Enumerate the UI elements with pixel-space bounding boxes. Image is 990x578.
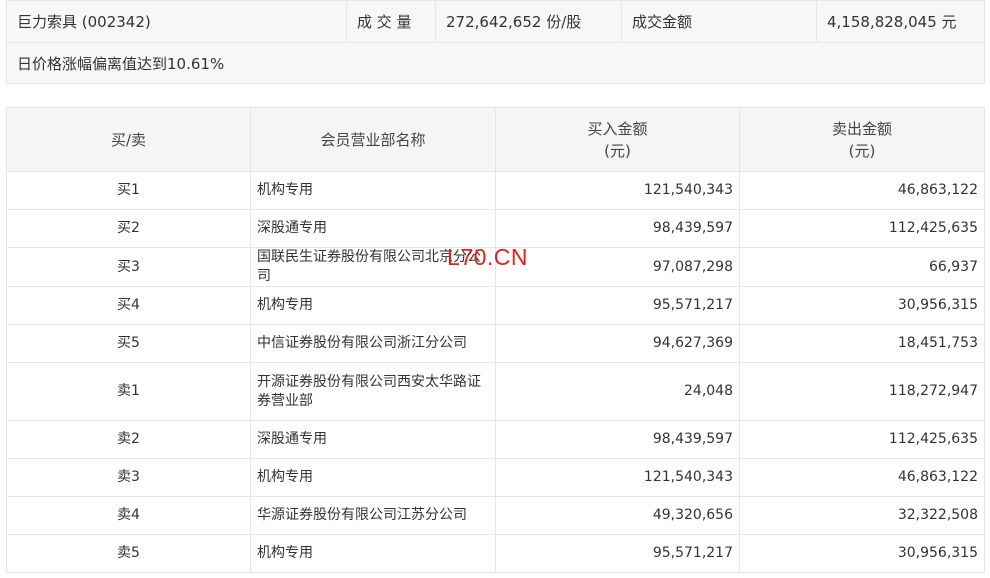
row-buy-amount: 94,627,369 [495,324,740,363]
header-side: 买/卖 [6,107,251,172]
header-sell-line1: 卖出金额 [831,119,892,138]
row-branch-name: 华源证券股份有限公司江苏分公司 [250,496,496,535]
row-sell-amount: 18,451,753 [739,324,985,363]
row-sell-amount: 46,863,122 [739,171,985,210]
row-sell-amount: 112,425,635 [739,209,985,248]
table-row: 卖1 开源证券股份有限公司西安太华路证券营业部 24,048 118,272,9… [6,362,985,421]
row-side: 买1 [6,171,251,210]
volume-value: 272,642,652 份/股 [435,0,622,43]
row-side: 买2 [6,209,251,248]
table-row: 买3 国联民生证券股份有限公司北京分公司 97,087,298 66,937 [6,247,985,287]
stock-name: 巨力索具 (002342) [6,0,347,43]
row-side: 卖4 [6,496,251,535]
table-row: 卖4 华源证券股份有限公司江苏分公司 49,320,656 32,322,508 [6,496,985,535]
row-branch-name: 深股通专用 [250,209,496,248]
trading-detail-table: 买/卖 会员营业部名称 买入金额 (元) 卖出金额 (元) 买1 机构专用 12… [6,107,985,573]
stock-summary-table: 巨力索具 (002342) 成 交 量 272,642,652 份/股 成交金额… [6,0,985,84]
row-branch-name: 机构专用 [250,286,496,325]
amount-label: 成交金额 [621,0,817,43]
row-branch-name: 机构专用 [250,171,496,210]
table-row: 买5 中信证券股份有限公司浙江分公司 94,627,369 18,451,753 [6,324,985,363]
header-name: 会员营业部名称 [250,107,496,172]
table-row: 卖5 机构专用 95,571,217 30,956,315 [6,534,985,573]
row-side: 买5 [6,324,251,363]
reason-row: 日价格涨幅偏离值达到10.61% [6,42,985,84]
row-branch-name: 机构专用 [250,534,496,573]
header-buy-amount: 买入金额 (元) [495,107,740,172]
row-branch-name: 机构专用 [250,458,496,497]
header-sell-line2: (元) [848,141,876,160]
amount-value: 4,158,828,045 元 [816,0,985,43]
row-sell-amount: 46,863,122 [739,458,985,497]
row-branch-name: 国联民生证券股份有限公司北京分公司 [250,247,496,287]
row-buy-amount: 95,571,217 [495,534,740,573]
row-buy-amount: 121,540,343 [495,458,740,497]
row-branch-name: 中信证券股份有限公司浙江分公司 [250,324,496,363]
header-buy-line2: (元) [604,141,631,160]
row-side: 卖1 [6,362,251,421]
row-side: 卖2 [6,420,251,459]
row-sell-amount: 30,956,315 [739,286,985,325]
header-sell-amount: 卖出金额 (元) [739,107,985,172]
row-sell-amount: 118,272,947 [739,362,985,421]
row-sell-amount: 30,956,315 [739,534,985,573]
table-row: 卖2 深股通专用 98,439,597 112,425,635 [6,420,985,459]
row-side: 卖3 [6,458,251,497]
row-sell-amount: 112,425,635 [739,420,985,459]
table-row: 卖3 机构专用 121,540,343 46,863,122 [6,458,985,497]
row-side: 卖5 [6,534,251,573]
header-row: 买/卖 会员营业部名称 买入金额 (元) 卖出金额 (元) [6,107,985,172]
table-row: 买2 深股通专用 98,439,597 112,425,635 [6,209,985,248]
row-buy-amount: 121,540,343 [495,171,740,210]
row-buy-amount: 24,048 [495,362,740,421]
row-buy-amount: 98,439,597 [495,209,740,248]
header-buy-line1: 买入金额 [587,119,648,138]
row-sell-amount: 32,322,508 [739,496,985,535]
row-buy-amount: 97,087,298 [495,247,740,287]
row-buy-amount: 98,439,597 [495,420,740,459]
listing-reason: 日价格涨幅偏离值达到10.61% [6,42,985,84]
row-buy-amount: 95,571,217 [495,286,740,325]
table-row: 买4 机构专用 95,571,217 30,956,315 [6,286,985,325]
row-branch-name: 深股通专用 [250,420,496,459]
row-side: 买3 [6,247,251,287]
row-branch-name: 开源证券股份有限公司西安太华路证券营业部 [250,362,496,421]
row-sell-amount: 66,937 [739,247,985,287]
volume-label: 成 交 量 [346,0,436,43]
row-side: 买4 [6,286,251,325]
row-buy-amount: 49,320,656 [495,496,740,535]
table-row: 买1 机构专用 121,540,343 46,863,122 [6,171,985,210]
summary-row: 巨力索具 (002342) 成 交 量 272,642,652 份/股 成交金额… [6,0,985,43]
